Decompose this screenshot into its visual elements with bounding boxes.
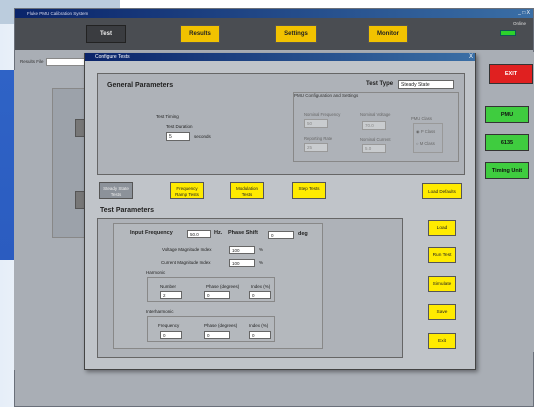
interharmonic-index-input[interactable]: 0 bbox=[249, 331, 271, 339]
phase-shift-label: Phase Shift bbox=[228, 230, 258, 236]
modulation-tests-tab[interactable]: Modulation Tests bbox=[230, 182, 264, 199]
test-timing-label: Test Timing bbox=[156, 114, 179, 119]
input-frequency-label: Input Frequency bbox=[130, 230, 173, 236]
interharmonic-col-phase: Phase (degrees) bbox=[204, 323, 238, 328]
nominal-current-field: 5.0 bbox=[362, 144, 386, 153]
nominal-frequency-field: 50 bbox=[304, 119, 328, 128]
dialog-title: Configure Tests bbox=[95, 54, 130, 60]
frequency-ramp-tests-tab[interactable]: Frequency Ramp Tests bbox=[170, 182, 204, 199]
nominal-voltage-field: 70.0 bbox=[362, 121, 386, 130]
reporting-rate-field: 25 bbox=[304, 143, 328, 152]
online-indicator bbox=[500, 30, 516, 36]
test-type-label: Test Type bbox=[366, 81, 394, 87]
interharmonic-col-frequency: Frequency bbox=[158, 323, 180, 328]
load-button[interactable]: Load bbox=[428, 220, 456, 236]
test-type-select[interactable]: Steady State bbox=[398, 80, 454, 89]
harmonic-col-number: Number bbox=[160, 284, 177, 289]
test-duration-input[interactable]: 5 bbox=[166, 132, 190, 141]
pct-unit: % bbox=[259, 247, 264, 252]
harmonic-phase-input[interactable]: 0 bbox=[204, 291, 230, 299]
left-frame bbox=[14, 70, 18, 370]
results-file-label: Results File bbox=[20, 59, 44, 64]
harmonic-col-phase: Phase (degrees) bbox=[206, 284, 240, 289]
voltage-magnitude-label: Voltage Magnitude Index bbox=[162, 247, 212, 252]
voltage-magnitude-input[interactable]: 100 bbox=[229, 246, 255, 254]
interharmonic-title: Interharmonic bbox=[146, 309, 174, 314]
general-parameters-title: General Parameters bbox=[107, 82, 174, 89]
dialog-titlebar: Configure Tests bbox=[85, 53, 475, 61]
results-file-field[interactable] bbox=[46, 58, 86, 66]
current-magnitude-label: Current Magnitude Index bbox=[161, 260, 211, 265]
tab-settings[interactable]: Settings bbox=[275, 25, 317, 43]
interharmonic-col-index: Index (%) bbox=[249, 323, 269, 328]
harmonic-number-input[interactable]: 2 bbox=[160, 291, 182, 299]
harmonic-index-input[interactable]: 0 bbox=[249, 291, 271, 299]
timing-unit-button[interactable]: Timing Unit bbox=[485, 162, 529, 179]
test-parameters-title: Test Parameters bbox=[100, 207, 154, 214]
tab-monitor[interactable]: Monitor bbox=[368, 25, 408, 43]
close-icon[interactable]: X bbox=[469, 53, 473, 61]
pmu-class-group: ◉ P Class ○ M Class bbox=[413, 123, 443, 153]
tab-results[interactable]: Results bbox=[180, 25, 220, 43]
window-controls[interactable]: _ □ X bbox=[518, 10, 530, 16]
class-m-radio[interactable]: ○ M Class bbox=[416, 141, 435, 146]
tab-test[interactable]: Test bbox=[86, 25, 126, 43]
online-label: Online bbox=[513, 21, 527, 26]
nominal-voltage-label: Nominal Voltage bbox=[360, 112, 391, 117]
exit-dialog-button[interactable]: Exit bbox=[428, 333, 456, 349]
interharmonic-phase-input[interactable]: 0 bbox=[204, 331, 230, 339]
input-frequency-input[interactable]: 50.0 bbox=[187, 230, 211, 238]
save-button[interactable]: Save bbox=[428, 304, 456, 320]
pct-unit: % bbox=[259, 260, 264, 265]
run-test-button[interactable]: Run Test bbox=[428, 247, 456, 263]
exit-button[interactable]: EXIT bbox=[489, 64, 533, 84]
steady-state-tests-tab[interactable]: Steady State Tests bbox=[99, 182, 133, 199]
current-magnitude-input[interactable]: 100 bbox=[229, 259, 255, 267]
deg-unit: deg bbox=[298, 231, 308, 237]
pmu-config-title: PMU Configuration and Settings bbox=[294, 93, 359, 98]
pmu-button[interactable]: PMU bbox=[485, 106, 529, 123]
duration-unit: seconds bbox=[194, 134, 211, 139]
right-panel bbox=[476, 52, 534, 352]
n6135-button[interactable]: 6135 bbox=[485, 134, 529, 151]
simulate-button[interactable]: Simulate bbox=[428, 276, 456, 292]
step-tests-tab[interactable]: Step Tests bbox=[292, 182, 326, 199]
nominal-current-label: Nominal Current bbox=[360, 137, 391, 142]
pmu-class-label: PMU Class bbox=[411, 116, 432, 121]
hz-unit: Hz. bbox=[214, 230, 223, 236]
main-titlebar: Fluke PMU Calibration System _ □ X bbox=[15, 9, 533, 18]
harmonic-col-index: Index (%) bbox=[251, 284, 271, 289]
class-p-radio[interactable]: ◉ P Class bbox=[416, 129, 435, 134]
interharmonic-frequency-input[interactable]: 0 bbox=[160, 331, 182, 339]
reporting-rate-label: Reporting Rate bbox=[304, 136, 333, 141]
nominal-frequency-label: Nominal Frequency bbox=[304, 112, 341, 117]
load-defaults-button[interactable]: Load Defaults bbox=[422, 183, 462, 199]
harmonic-title: Harmonic bbox=[146, 270, 166, 275]
test-duration-label: Test Duration bbox=[166, 124, 193, 129]
app-title: Fluke PMU Calibration System bbox=[27, 11, 89, 16]
phase-shift-input[interactable]: 0 bbox=[268, 231, 294, 239]
